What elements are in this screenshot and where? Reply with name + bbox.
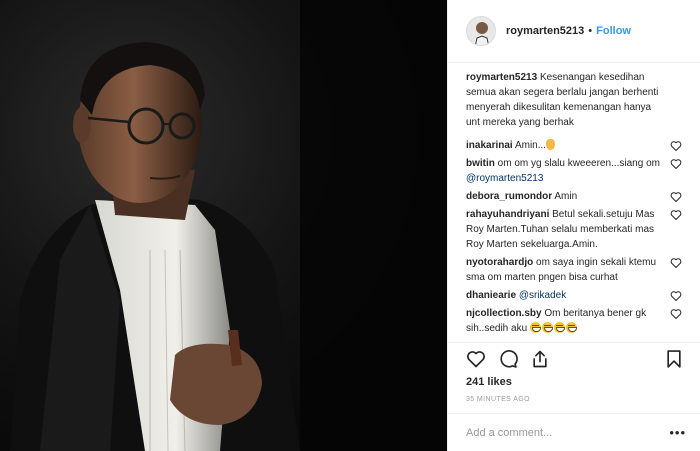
comment-username[interactable]: rahayuhandriyani bbox=[466, 209, 549, 220]
post-caption: roymarten5213 Kesenangan kesedihan semua… bbox=[466, 70, 682, 130]
comment-username[interactable]: dhaniearie bbox=[466, 290, 516, 301]
comments-list[interactable]: roymarten5213 Kesenangan kesedihan semua… bbox=[448, 64, 700, 342]
share-icon bbox=[533, 350, 547, 368]
likes-count[interactable]: 241 likes bbox=[466, 376, 512, 388]
post-header: roymarten5213 • Follow bbox=[448, 0, 700, 63]
comment-username[interactable]: bwitin bbox=[466, 158, 495, 169]
comment-username[interactable]: nyotorahardjo bbox=[466, 257, 533, 268]
crying-face-emoji-icon bbox=[565, 322, 577, 333]
comment-like-heart-icon[interactable] bbox=[670, 290, 682, 302]
add-comment-bar: ••• bbox=[448, 413, 700, 451]
comment-like-heart-icon[interactable] bbox=[670, 158, 682, 170]
comment-text: Amin... bbox=[514, 140, 547, 151]
comment-like-heart-icon[interactable] bbox=[670, 140, 682, 152]
comment-item: dhaniearie @srikadek bbox=[466, 288, 682, 303]
comment-like-heart-icon[interactable] bbox=[670, 257, 682, 269]
comment-item: inakarinai Amin... bbox=[466, 138, 682, 153]
comment-item: bwitin om om yg slalu kweeeren...siang o… bbox=[466, 156, 682, 186]
post-sidebar: roymarten5213 • Follow roymarten5213 Kes… bbox=[447, 0, 700, 451]
instagram-post-modal: roymarten5213 • Follow roymarten5213 Kes… bbox=[0, 0, 700, 451]
comment-item: rahayuhandriyani Betul sekali.setuju Mas… bbox=[466, 207, 682, 252]
folded-hands-emoji-icon bbox=[546, 139, 556, 150]
comment-mention-link[interactable]: @roymarten5213 bbox=[466, 173, 543, 184]
comment-item: debora_rumondor Amin bbox=[466, 189, 682, 204]
comment-like-heart-icon[interactable] bbox=[670, 209, 682, 221]
comment-item: njcollection.sby Om beritanya bener gk s… bbox=[466, 306, 682, 336]
comment-icon bbox=[500, 350, 518, 368]
comment-item: nyotorahardjo om saya ingin sekali ktemu… bbox=[466, 255, 682, 285]
comment-button[interactable] bbox=[498, 349, 518, 369]
comment-username[interactable]: debora_rumondor bbox=[466, 191, 552, 202]
share-button[interactable] bbox=[530, 349, 550, 369]
comment-text: Amin bbox=[554, 191, 578, 202]
avatar[interactable] bbox=[466, 16, 496, 46]
add-comment-input[interactable] bbox=[466, 426, 670, 439]
header-username[interactable]: roymarten5213 bbox=[506, 25, 584, 37]
like-button[interactable] bbox=[466, 349, 486, 369]
save-button[interactable] bbox=[664, 349, 684, 369]
caption-username[interactable]: roymarten5213 bbox=[466, 72, 537, 83]
crying-face-emoji-icon bbox=[529, 322, 541, 333]
header-separator: • bbox=[588, 25, 593, 37]
crying-face-emoji-icon bbox=[553, 322, 565, 333]
bookmark-icon bbox=[667, 350, 681, 368]
comment-like-heart-icon[interactable] bbox=[670, 191, 682, 203]
avatar-image bbox=[467, 17, 495, 45]
comment-text: om om yg slalu kweeeren...siang om bbox=[497, 158, 660, 169]
more-options-icon[interactable]: ••• bbox=[669, 426, 686, 439]
post-timestamp[interactable]: 35 MINUTES AGO bbox=[466, 396, 530, 403]
comment-mention-link[interactable]: @srikadek bbox=[519, 290, 566, 301]
comment-username[interactable]: njcollection.sby bbox=[466, 308, 542, 319]
follow-button[interactable]: Follow bbox=[596, 25, 631, 37]
crying-face-emoji-icon bbox=[541, 322, 553, 333]
post-actions-bar bbox=[448, 342, 700, 375]
post-photo[interactable] bbox=[0, 0, 447, 451]
portrait-image bbox=[0, 0, 447, 451]
comment-like-heart-icon[interactable] bbox=[670, 308, 682, 320]
heart-icon bbox=[467, 351, 485, 368]
comment-username[interactable]: inakarinai bbox=[466, 140, 513, 151]
